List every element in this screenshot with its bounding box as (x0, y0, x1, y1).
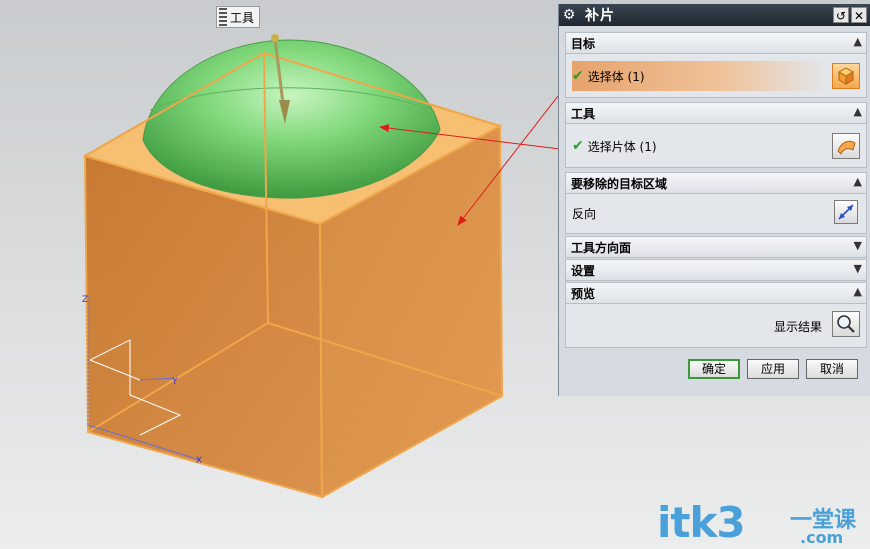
section-settings-header[interactable]: 设置 ▼ (565, 259, 867, 281)
triad-z-label: Z (82, 295, 88, 305)
section-region-title: 要移除的目标区域 (571, 176, 668, 191)
tool-label-tag[interactable]: 工具 (216, 6, 260, 28)
check-icon: ✔ (572, 68, 584, 84)
dialog-title: 补片 (585, 8, 615, 24)
section-target-body: ✔ 选择体 (1) (565, 54, 867, 98)
reverse-row: 反向 (572, 198, 826, 228)
select-body-button[interactable] (832, 63, 860, 89)
reverse-direction-button[interactable] (834, 200, 858, 224)
show-result-label: 显示结果 (773, 320, 822, 334)
chevron-up-icon[interactable]: ▲ (854, 175, 862, 188)
check-icon: ✔ (572, 138, 584, 154)
section-target-title: 目标 (571, 36, 596, 51)
section-tool-header[interactable]: 工具 ▲ (565, 102, 867, 124)
close-icon[interactable]: ✕ (851, 7, 867, 23)
cancel-button[interactable]: 取消 (806, 359, 858, 379)
select-sheet-button[interactable] (832, 133, 860, 159)
reset-icon[interactable]: ↺ (833, 7, 849, 23)
section-tool-direction-header[interactable]: 工具方向面 ▼ (565, 236, 867, 258)
chevron-up-icon[interactable]: ▲ (854, 105, 862, 118)
chevron-up-icon[interactable]: ▲ (854, 285, 862, 298)
select-body-label: 选择体 (1) (587, 69, 645, 84)
dialog-titlebar[interactable]: ⚙ 补片 ↺ ✕ (559, 4, 870, 26)
chevron-down-icon[interactable]: ▼ (854, 262, 862, 275)
tool-tag-label: 工具 (230, 10, 255, 25)
reverse-label: 反向 (572, 206, 597, 221)
triad-y-label: Y (171, 377, 178, 387)
watermark-com: .com (800, 528, 844, 547)
tool-vector-origin (271, 34, 279, 42)
magnifier-icon (837, 315, 855, 333)
grip-icon (219, 8, 227, 26)
show-result-button[interactable] (832, 311, 860, 337)
section-tool-body: ✔ 选择片体 (1) (565, 124, 867, 168)
section-tool-title: 工具 (571, 106, 596, 121)
ok-button[interactable]: 确定 (688, 359, 740, 379)
section-tool-direction-title: 工具方向面 (571, 240, 632, 255)
section-preview-body: 显示结果 (565, 304, 867, 348)
triad-x-label: X (196, 456, 202, 466)
section-target-header[interactable]: 目标 ▲ (565, 32, 867, 54)
section-settings-title: 设置 (571, 263, 596, 278)
chevron-up-icon[interactable]: ▲ (854, 35, 862, 48)
patch-dialog: ⚙ 补片 ↺ ✕ 目标 ▲ ✔ 选择体 (1) 工具 ▲ ✔ 选择片体 (1) (558, 4, 870, 396)
cube-icon (837, 67, 855, 85)
apply-button[interactable]: 应用 (747, 359, 799, 379)
reverse-direction-icon (838, 204, 854, 220)
select-sheet-row[interactable]: ✔ 选择片体 (1) (572, 131, 826, 161)
watermark-logo: itk3 (657, 498, 746, 547)
section-preview-header[interactable]: 预览 ▲ (565, 282, 867, 304)
gear-icon[interactable]: ⚙ (559, 7, 579, 23)
sheet-body-icon (837, 140, 856, 155)
select-sheet-label: 选择片体 (1) (587, 139, 657, 154)
chevron-down-icon[interactable]: ▼ (854, 239, 862, 252)
select-body-row[interactable]: ✔ 选择体 (1) (572, 61, 826, 91)
section-preview-title: 预览 (571, 286, 596, 301)
section-region-body: 反向 (565, 194, 867, 234)
section-region-header[interactable]: 要移除的目标区域 ▲ (565, 172, 867, 194)
